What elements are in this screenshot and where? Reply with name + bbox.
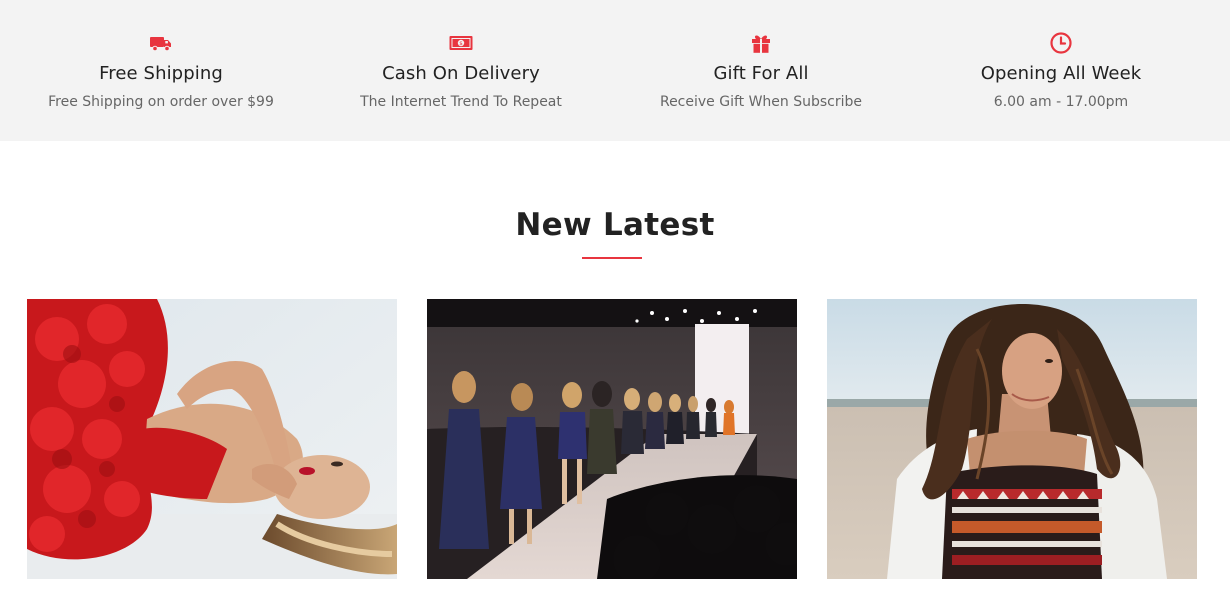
section-title: New Latest <box>515 207 715 243</box>
features-band: Free Shipping Free Shipping on order ove… <box>0 0 1230 141</box>
money-icon: $ <box>449 31 473 55</box>
woman-curly-hair-beach-photo <box>827 299 1197 579</box>
feature-opening-all-week: Opening All Week 6.00 am - 17.00pm <box>911 0 1211 141</box>
feature-gift-for-all: Gift For All Receive Gift When Subscribe <box>611 0 911 141</box>
feature-title: Free Shipping <box>99 63 223 84</box>
feature-cash-on-delivery: $ Cash On Delivery The Internet Trend To… <box>311 0 611 141</box>
feature-subtitle: Free Shipping on order over $99 <box>48 94 274 110</box>
woman-red-dress-lying-photo <box>27 299 397 579</box>
clock-icon <box>1049 31 1073 55</box>
truck-icon <box>149 31 173 55</box>
svg-text:$: $ <box>459 41 463 47</box>
latest-card-3[interactable] <box>827 299 1197 579</box>
latest-card-1[interactable] <box>27 299 397 579</box>
feature-title: Opening All Week <box>980 63 1142 84</box>
feature-subtitle: 6.00 am - 17.00pm <box>993 94 1129 110</box>
feature-subtitle: The Internet Trend To Repeat <box>360 94 562 110</box>
feature-title: Gift For All <box>713 63 809 84</box>
title-underline <box>582 257 642 259</box>
feature-title: Cash On Delivery <box>382 63 540 84</box>
latest-card-2[interactable] <box>427 299 797 579</box>
feature-free-shipping: Free Shipping Free Shipping on order ove… <box>11 0 311 141</box>
fashion-runway-models-photo <box>427 299 797 579</box>
gift-icon <box>749 31 773 55</box>
feature-subtitle: Receive Gift When Subscribe <box>659 94 863 110</box>
